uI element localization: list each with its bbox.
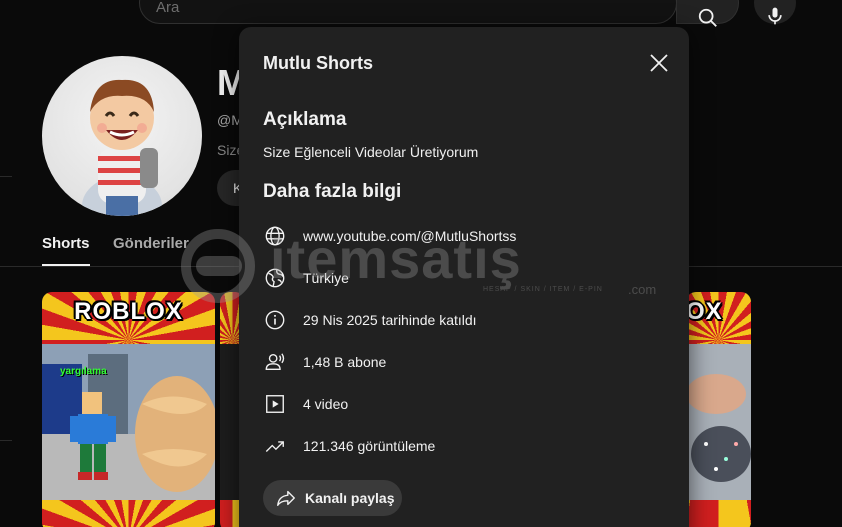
share-icon [277, 490, 295, 507]
more-info-heading: Daha fazla bilgi [263, 181, 402, 202]
video-icon [263, 392, 287, 416]
thumbnail-scene [686, 344, 751, 500]
subscriber-count-text: 1,48 B abone [303, 354, 387, 370]
share-button-label: Kanalı paylaş [305, 490, 395, 506]
short-thumbnail[interactable]: ROBLOX yargılama [42, 292, 215, 527]
tab-shorts[interactable]: Shorts [42, 235, 90, 252]
search-button[interactable] [676, 0, 739, 27]
description-heading: Açıklama [263, 109, 347, 130]
info-row-views: 121.346 görüntüleme [263, 434, 663, 458]
info-row-link[interactable]: www.youtube.com/@MutluShortss [263, 224, 663, 248]
channel-url-link[interactable]: www.youtube.com/@MutluShortss [303, 228, 516, 244]
trending-icon [263, 434, 287, 458]
info-icon [263, 308, 287, 332]
video-count-text: 4 video [303, 396, 349, 412]
tab-posts[interactable]: Gönderiler [113, 235, 189, 252]
channel-description: Size Eğlenceli Videolar Üretiyorum [263, 144, 479, 160]
globe-icon [263, 224, 287, 248]
divider [0, 176, 12, 177]
info-row-videos: 4 video [263, 392, 663, 416]
thumbnail-scene: yargılama [42, 344, 215, 500]
joined-date-text: 29 Nis 2025 tarihinde katıldı [303, 312, 477, 328]
info-row-country: Türkiye [263, 266, 663, 290]
hands-with-beads-image [686, 344, 751, 500]
search-icon [698, 8, 717, 27]
thumbnail-title: ROBLOX [74, 298, 183, 325]
voice-search-button[interactable] [754, 0, 796, 25]
close-icon [650, 54, 668, 72]
youtube-channel-page: Ara M @M Size K Shorts Gönderiler ROBLOX… [0, 0, 842, 527]
thumbnail-title: OX [686, 298, 723, 325]
close-button[interactable] [643, 47, 675, 79]
channel-avatar[interactable] [42, 56, 202, 216]
search-input[interactable]: Ara [139, 0, 677, 24]
sunburst-bottom [42, 500, 215, 527]
divider [0, 440, 12, 441]
subscribers-icon [263, 350, 287, 374]
location-globe-icon [263, 266, 287, 290]
info-row-joined: 29 Nis 2025 tarihinde katıldı [263, 308, 663, 332]
country-text: Türkiye [303, 270, 349, 286]
share-channel-button[interactable]: Kanalı paylaş [263, 480, 402, 516]
channel-about-dialog: Mutlu Shorts Açıklama Size Eğlenceli Vid… [239, 27, 689, 527]
view-count-text: 121.346 görüntüleme [303, 438, 436, 454]
thumbnail-overlay-text: yargılama [60, 366, 107, 377]
info-row-subscribers: 1,48 B abone [263, 350, 663, 374]
search-placeholder: Ara [156, 0, 180, 16]
cartoon-boy-avatar-image [82, 79, 162, 216]
short-thumbnail[interactable]: OX [686, 292, 751, 527]
microphone-icon [768, 7, 782, 25]
dialog-title: Mutlu Shorts [263, 53, 373, 73]
